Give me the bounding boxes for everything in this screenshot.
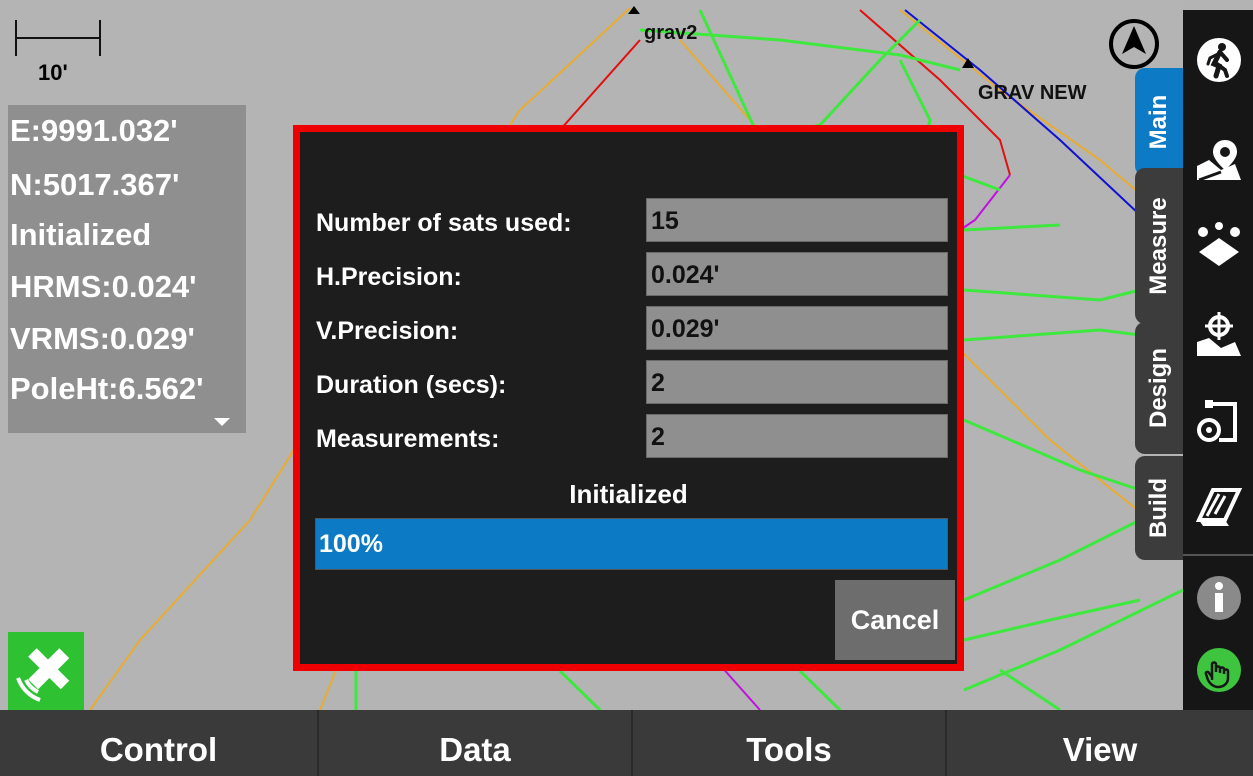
pole-height-readout: PoleHt:6.562' — [10, 371, 204, 406]
walking-person-icon[interactable] — [1195, 36, 1243, 84]
tab-main[interactable]: Main — [1135, 68, 1183, 176]
tab-measure[interactable]: Measure — [1135, 168, 1183, 324]
progress-bar: 100% — [315, 518, 948, 570]
h-precision-label: H.Precision: — [316, 263, 462, 291]
toolbar-divider — [1183, 554, 1253, 556]
hrms-readout: HRMS:0.024' — [10, 269, 197, 304]
sats-used-field: 15 — [646, 198, 948, 242]
duration-label: Duration (secs): — [316, 371, 507, 399]
gps-satellite-icon[interactable] — [8, 632, 84, 710]
map-pin-icon[interactable] — [1195, 136, 1243, 184]
right-toolbar — [1183, 10, 1253, 710]
measure-tape-icon[interactable] — [1195, 396, 1243, 444]
progress-fill — [316, 519, 947, 569]
v-precision-field: 0.029' — [646, 306, 948, 350]
measurement-progress-dialog: Number of sats used: 15 H.Precision: 0.0… — [293, 125, 964, 671]
bottom-nav-bar: Control Data Tools View — [0, 710, 1253, 776]
tab-build-label: Build — [1145, 478, 1172, 538]
easting-readout: E:9991.032' — [10, 113, 178, 148]
info-icon[interactable] — [1195, 574, 1243, 622]
side-tab-strip: Main Measure Design Build — [1133, 10, 1183, 710]
sats-used-label: Number of sats used: — [316, 209, 572, 237]
road-icon[interactable] — [1195, 480, 1243, 528]
crosshair-map-icon[interactable] — [1195, 310, 1243, 358]
points-icon[interactable] — [1195, 222, 1243, 270]
position-info-panel[interactable]: E:9991.032' N:5017.367' Initialized HRMS… — [8, 105, 246, 433]
tab-design[interactable]: Design — [1135, 322, 1183, 454]
tab-design-label: Design — [1145, 347, 1172, 429]
northing-readout: N:5017.367' — [10, 167, 180, 202]
measurements-field: 2 — [646, 414, 948, 458]
vrms-readout: VRMS:0.029' — [10, 321, 195, 356]
nav-tools-button[interactable]: Tools — [633, 710, 947, 776]
duration-field: 2 — [646, 360, 948, 404]
cancel-button[interactable]: Cancel — [835, 580, 955, 660]
nav-data-button[interactable]: Data — [319, 710, 633, 776]
nav-control-button[interactable]: Control — [0, 710, 319, 776]
expand-caret-icon[interactable] — [214, 418, 230, 426]
tab-measure-label: Measure — [1145, 197, 1172, 295]
map-label-grav2: grav2 — [644, 22, 698, 44]
map-label-grav-new: GRAV NEW — [978, 82, 1087, 104]
fix-status-readout: Initialized — [10, 217, 152, 252]
tab-main-label: Main — [1145, 94, 1172, 150]
nav-view-button[interactable]: View — [947, 710, 1253, 776]
tab-build[interactable]: Build — [1135, 456, 1183, 560]
v-precision-label: V.Precision: — [316, 317, 459, 345]
dialog-status-text: Initialized — [569, 479, 688, 509]
h-precision-field: 0.024' — [646, 252, 948, 296]
scale-label: 10' — [38, 60, 68, 85]
hand-icon[interactable] — [1195, 646, 1243, 694]
measurements-label: Measurements: — [316, 425, 500, 453]
progress-text: 100% — [319, 530, 383, 558]
